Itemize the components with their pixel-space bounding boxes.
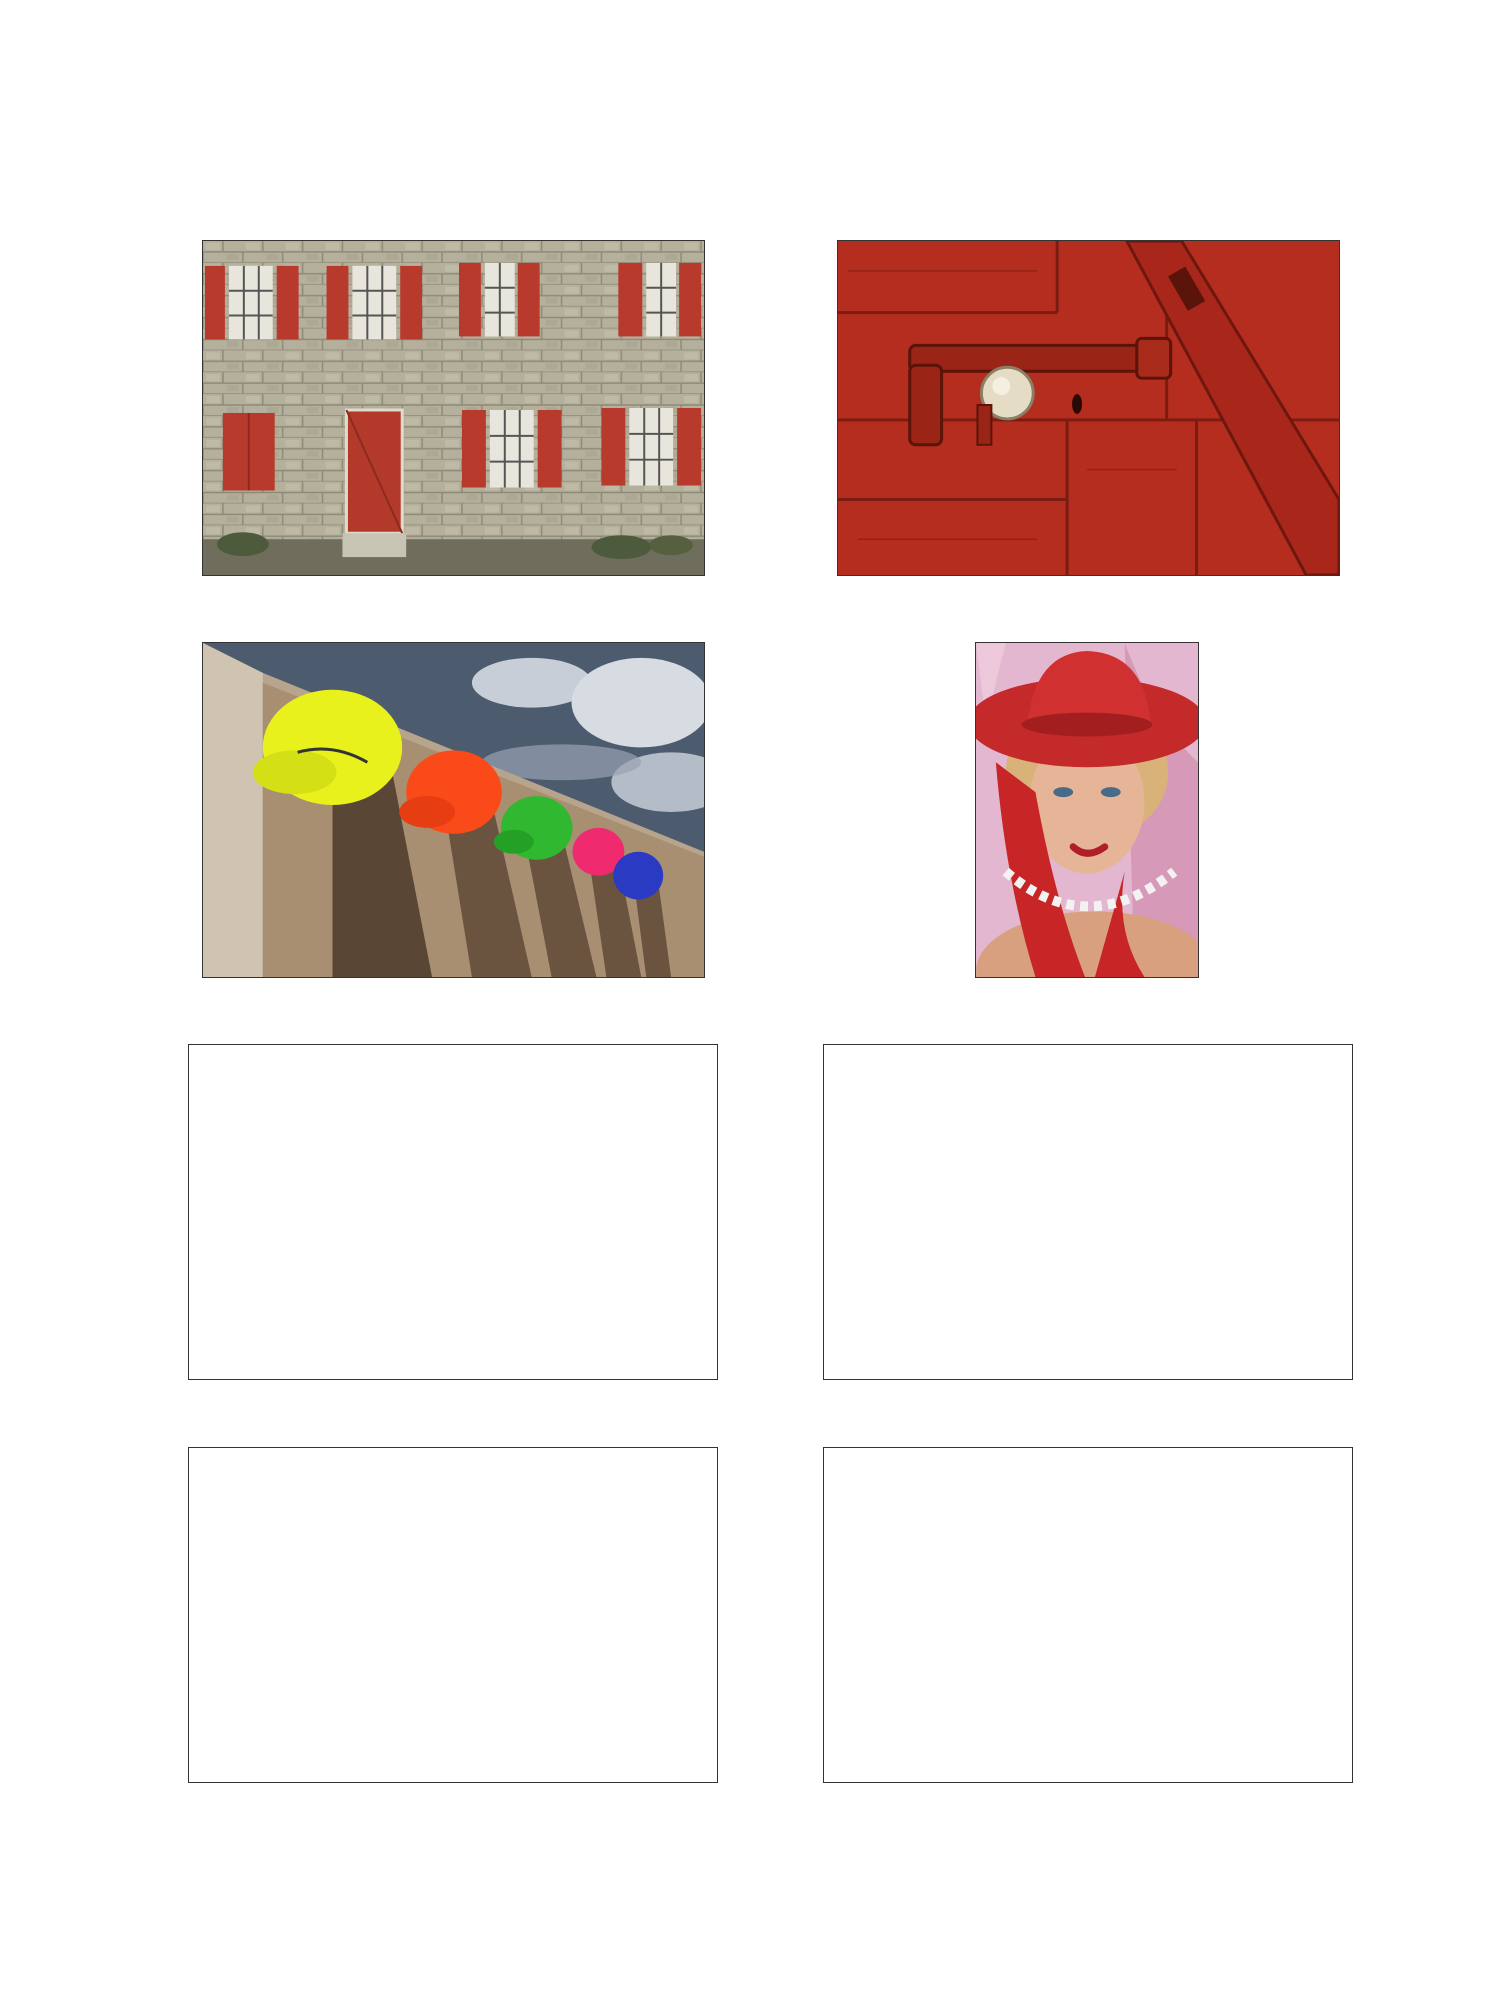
empty-frame-1 bbox=[188, 1044, 718, 1380]
empty-frame-4 bbox=[823, 1447, 1353, 1783]
red-door-latch-photo bbox=[837, 240, 1340, 576]
red-door-image bbox=[838, 241, 1339, 575]
woman-red-hat-image bbox=[976, 643, 1198, 977]
document-page: { "page": { "background": "#ffffff", "bo… bbox=[0, 0, 1500, 2000]
stone-house-image bbox=[203, 241, 704, 575]
woman-red-hat-photo bbox=[975, 642, 1199, 978]
colored-caps-photo bbox=[202, 642, 705, 978]
empty-frame-2 bbox=[823, 1044, 1353, 1380]
colored-caps-image bbox=[203, 643, 704, 977]
stone-house-photo bbox=[202, 240, 705, 576]
empty-frame-3 bbox=[188, 1447, 718, 1783]
